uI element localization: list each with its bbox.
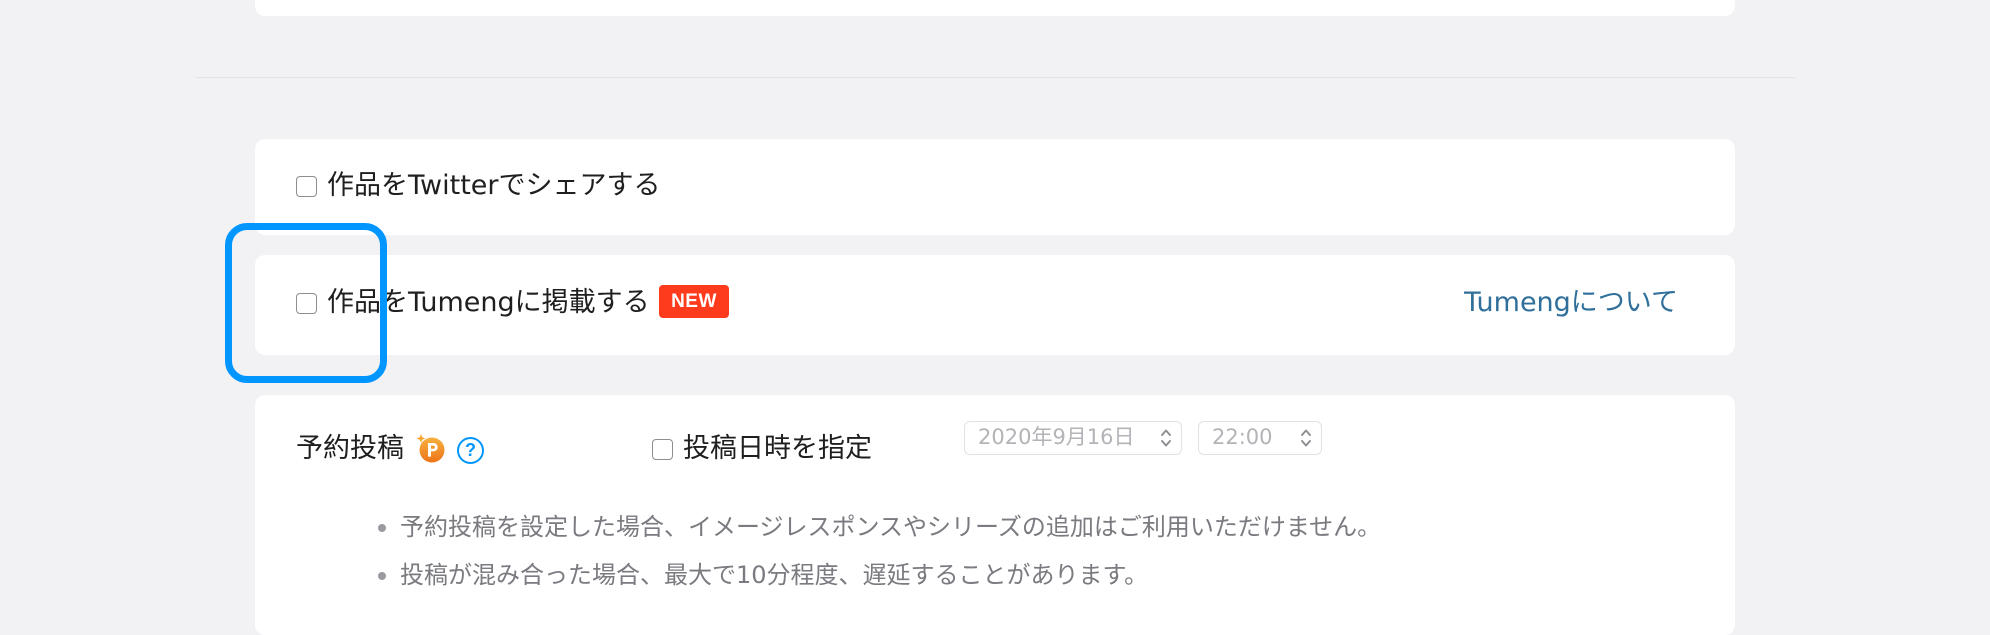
- previous-section-card: [255, 0, 1735, 16]
- specify-datetime-label[interactable]: 投稿日時を指定: [683, 432, 872, 466]
- premium-p-icon: [416, 434, 445, 463]
- scheduled-post-card: 予約投稿 ? 投稿日時を指定 2020年9月16日 22:00 予約投稿を設定し…: [255, 395, 1735, 635]
- date-select[interactable]: 2020年9月16日: [964, 421, 1182, 455]
- date-select-value: 2020年9月16日: [978, 425, 1135, 449]
- note-text: 投稿が混み合った場合、最大で10分程度、遅延することがあります。: [400, 561, 1149, 589]
- select-updown-icon: [1161, 429, 1171, 447]
- tumeng-about-link[interactable]: Tumengについて: [1464, 286, 1678, 320]
- section-divider: [195, 77, 1795, 78]
- twitter-share-label[interactable]: 作品をTwitterでシェアする: [327, 169, 661, 203]
- select-updown-icon: [1301, 429, 1311, 447]
- time-select-value: 22:00: [1212, 425, 1273, 449]
- highlight-ring: [225, 223, 387, 383]
- note-item: 投稿が混み合った場合、最大で10分程度、遅延することがあります。: [372, 551, 1381, 599]
- specify-datetime-checkbox[interactable]: [652, 439, 673, 460]
- bullet-dot: [378, 572, 386, 580]
- bullet-dot: [378, 524, 386, 532]
- time-select[interactable]: 22:00: [1198, 421, 1322, 455]
- scheduled-post-notes: 予約投稿を設定した場合、イメージレスポンスやシリーズの追加はご利用いただけません…: [372, 503, 1381, 599]
- twitter-share-checkbox[interactable]: [296, 176, 317, 197]
- help-icon[interactable]: ?: [457, 437, 484, 464]
- tumeng-card: 作品をTumengに掲載する NEW Tumengについて: [255, 255, 1735, 355]
- new-badge: NEW: [659, 285, 729, 318]
- note-text: 予約投稿を設定した場合、イメージレスポンスやシリーズの追加はご利用いただけません…: [400, 513, 1382, 541]
- note-item: 予約投稿を設定した場合、イメージレスポンスやシリーズの追加はご利用いただけません…: [372, 503, 1381, 551]
- scheduled-post-title: 予約投稿: [296, 433, 404, 464]
- twitter-share-card: 作品をTwitterでシェアする: [255, 139, 1735, 235]
